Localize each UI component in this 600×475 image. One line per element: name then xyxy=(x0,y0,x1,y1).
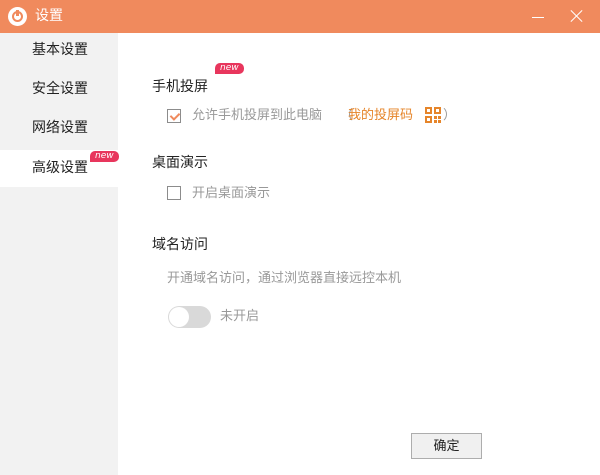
close-button[interactable] xyxy=(568,7,586,25)
window-title: 设置 xyxy=(35,8,63,24)
ok-button[interactable]: 确定 xyxy=(411,433,482,459)
my-projection-code-link[interactable]: 我的投屏码 xyxy=(348,108,413,124)
section-title-domain-access: 域名访问 xyxy=(152,237,208,253)
sidebar-item-basic[interactable]: 基本设置 xyxy=(0,32,118,69)
domain-access-toggle[interactable] xyxy=(168,306,211,328)
paren-close: ） xyxy=(443,108,457,123)
section-title-desktop-demo: 桌面演示 xyxy=(152,155,208,171)
title-bar: 设置 xyxy=(0,0,600,33)
domain-access-status: 未开启 xyxy=(220,309,260,324)
allow-projection-checkbox[interactable] xyxy=(167,109,181,123)
new-badge: new xyxy=(215,63,244,74)
qr-code-icon[interactable] xyxy=(425,107,441,123)
desktop-demo-checkbox[interactable] xyxy=(167,186,181,200)
section-title-projection: 手机投屏 xyxy=(152,79,208,95)
allow-projection-label[interactable]: 允许手机投屏到此电脑 xyxy=(192,108,322,124)
toggle-knob xyxy=(169,307,189,327)
minimize-button[interactable] xyxy=(530,9,546,25)
domain-access-description: 开通域名访问，通过浏览器直接远控本机 xyxy=(167,271,402,286)
sidebar-item-network[interactable]: 网络设置 xyxy=(0,110,118,147)
sidebar-item-security[interactable]: 安全设置 xyxy=(0,71,118,108)
desktop-demo-label[interactable]: 开启桌面演示 xyxy=(192,186,270,202)
app-logo-icon xyxy=(8,7,27,26)
new-badge: new xyxy=(90,151,119,162)
